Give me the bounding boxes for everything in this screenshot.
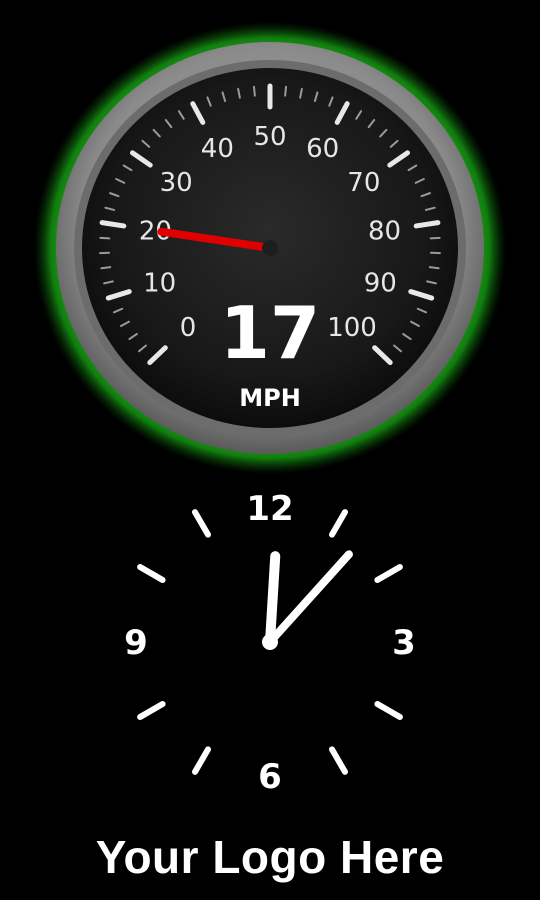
speedometer-scale-label: 80 xyxy=(368,216,401,246)
speedometer-scale-label: 40 xyxy=(201,134,234,164)
clock-hour-label: 3 xyxy=(392,623,416,663)
speedometer-scale-label: 0 xyxy=(180,313,197,343)
speedometer-scale-label: 70 xyxy=(347,168,380,198)
speedometer-scale-label: 30 xyxy=(160,168,193,198)
speedometer-hub xyxy=(262,240,278,256)
speedometer-minor-tick xyxy=(428,266,440,270)
clock-hour-label: 9 xyxy=(124,623,148,663)
speedometer-minor-tick xyxy=(100,266,112,270)
speedometer-svg: 010203040 50 60708090100 17 MPH xyxy=(34,22,506,474)
speedometer-minor-tick xyxy=(99,236,111,240)
speedometer-major-tick xyxy=(413,220,441,229)
clock-hour-tick xyxy=(137,701,166,720)
clock-hour-tick xyxy=(329,509,348,538)
speedometer-minor-tick xyxy=(284,85,287,97)
analog-clock: 12 3 6 9 xyxy=(0,480,540,810)
speedometer-scale-label: 100 xyxy=(327,313,377,343)
clock-hour-label: 6 xyxy=(258,757,282,797)
speedometer-digital-readout: 17 xyxy=(220,291,320,375)
clock-hour-tick xyxy=(329,746,348,775)
speedometer-scale-label: 90 xyxy=(364,269,397,299)
clock-hour-hand xyxy=(265,551,281,647)
clock-svg: 12 3 6 9 xyxy=(124,489,416,797)
speedometer-scale-label: 10 xyxy=(143,269,176,299)
logo-text: Your Logo Here xyxy=(95,831,445,883)
speedometer-gauge: 0 10 20 30 40 50 60 70 80 90 100 17 MPH xyxy=(0,0,540,480)
clock-minute-hand xyxy=(266,550,353,646)
clock-hour-tick xyxy=(192,746,211,775)
clock-hub xyxy=(262,634,278,650)
speedometer-unit-label: MPH xyxy=(239,384,301,412)
clock-hour-tick xyxy=(374,564,403,583)
speedometer-scale-label: 60 xyxy=(306,134,339,164)
clock-hour-tick xyxy=(137,564,166,583)
clock-hour-tick xyxy=(374,701,403,720)
speedometer-minor-tick xyxy=(253,85,256,97)
clock-hour-tick xyxy=(192,509,211,538)
speedometer-minor-tick xyxy=(429,236,441,240)
speedometer-major-tick xyxy=(99,220,127,229)
speedometer-scale-label: 50 xyxy=(253,122,286,152)
clock-hour-label: 12 xyxy=(246,489,293,529)
